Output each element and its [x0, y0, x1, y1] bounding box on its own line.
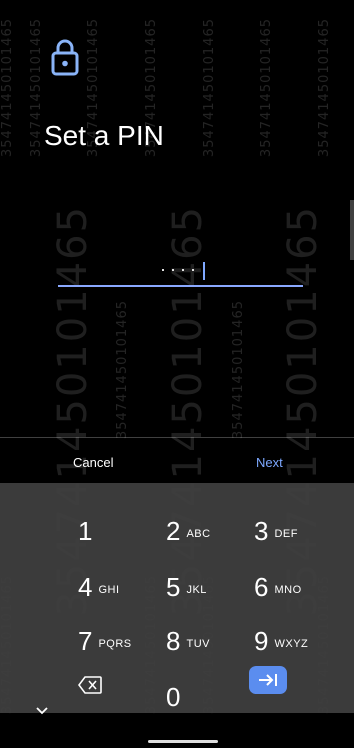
key-number: 2 [166, 516, 181, 546]
key-letters: GHI [98, 584, 120, 596]
key-9[interactable]: 9 WXYZ [254, 610, 308, 654]
watermark-text: 354741450101465 [115, 300, 130, 440]
key-letters: ABC [186, 528, 211, 540]
key-5[interactable]: 5 JKL [166, 556, 207, 600]
key-0[interactable]: 0 [166, 666, 180, 710]
watermark-text: 354741450101465 [231, 300, 246, 440]
text-cursor [203, 262, 205, 280]
divider [0, 437, 354, 438]
key-letters: MNO [274, 584, 302, 596]
scroll-edge-indicator [350, 200, 354, 260]
next-field-icon[interactable] [249, 666, 287, 694]
watermark-text: 354741450101465 [29, 18, 44, 158]
key-number: 1 [78, 516, 93, 546]
pin-input-underline [58, 285, 303, 287]
key-8[interactable]: 8 TUV [166, 610, 210, 654]
key-6[interactable]: 6 MNO [254, 556, 302, 600]
key-number: 0 [166, 682, 181, 712]
key-7[interactable]: 7 PQRS [78, 610, 132, 654]
key-1[interactable]: 1 [78, 500, 98, 544]
key-number: 9 [254, 626, 269, 656]
key-letters: JKL [186, 584, 207, 596]
key-number: 8 [166, 626, 181, 656]
key-number: 7 [78, 626, 93, 656]
key-number: 4 [78, 572, 93, 602]
key-number: 6 [254, 572, 269, 602]
key-3[interactable]: 3 DEF [254, 500, 298, 544]
key-number: 3 [254, 516, 269, 546]
next-button[interactable]: Next [256, 455, 283, 470]
chevron-down-icon[interactable] [36, 702, 48, 718]
key-letters: WXYZ [274, 638, 309, 650]
key-letters: TUV [186, 638, 210, 650]
cancel-button[interactable]: Cancel [73, 455, 113, 470]
page-title: Set a PIN [44, 120, 164, 151]
backspace-icon[interactable] [78, 676, 102, 694]
key-4[interactable]: 4 GHI [78, 556, 120, 600]
key-letters: DEF [274, 528, 298, 540]
watermark-text: 354741450101465 [0, 18, 15, 158]
key-2[interactable]: 2 ABC [166, 500, 211, 544]
watermark-text: 354741450101465 [317, 18, 332, 158]
watermark-text: 354741450101465 [259, 18, 274, 158]
watermark-text: 354741450101465 [202, 18, 217, 158]
gesture-handle[interactable] [148, 740, 218, 743]
lock-icon [51, 38, 79, 76]
key-number: 5 [166, 572, 181, 602]
pin-input[interactable]: ···· [160, 259, 200, 280]
key-letters: PQRS [98, 638, 132, 650]
